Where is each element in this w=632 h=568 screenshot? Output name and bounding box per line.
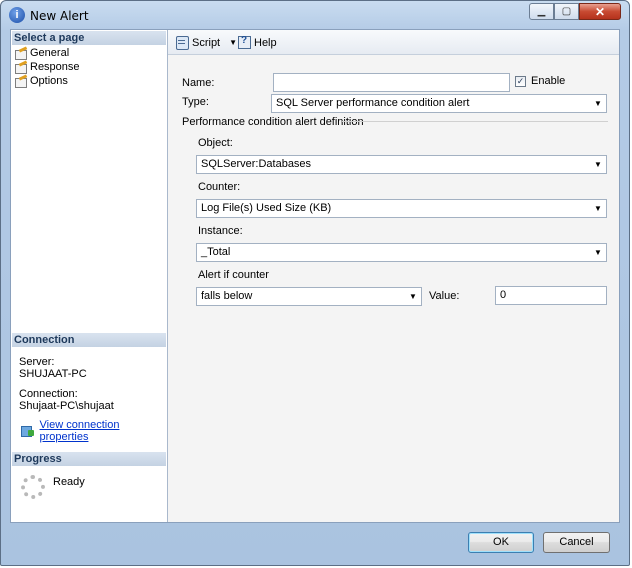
window-title: New Alert — [30, 9, 89, 23]
value-input[interactable]: 0 — [495, 286, 607, 305]
right-pane: Script ▼ Help Name: ✓ Enable Type: SQL S… — [168, 30, 619, 522]
page-icon — [15, 62, 27, 74]
select-page-header: Select a page — [12, 31, 166, 45]
progress-status: Ready — [53, 476, 85, 488]
chevron-down-icon[interactable]: ▼ — [229, 38, 237, 47]
script-button[interactable]: Script ▼ — [175, 36, 237, 50]
page-icon — [15, 48, 27, 60]
alert-if-value: falls below — [201, 290, 253, 302]
instance-label: Instance: — [198, 225, 243, 237]
dialog-client-area: Select a page General Response Options C… — [10, 29, 620, 523]
script-label: Script — [192, 36, 221, 49]
toolbar: Script ▼ Help — [168, 30, 619, 55]
object-value: SQLServer:Databases — [201, 158, 312, 170]
group-title: Performance condition alert definition — [182, 116, 364, 128]
minimize-button[interactable]: ▁ — [529, 3, 554, 20]
object-select[interactable]: SQLServer:Databases ▼ — [196, 155, 607, 174]
counter-select[interactable]: Log File(s) Used Size (KB) ▼ — [196, 199, 607, 218]
page-item-response[interactable]: Response — [15, 60, 80, 74]
page-item-general[interactable]: General — [15, 46, 69, 60]
chevron-down-icon: ▼ — [594, 248, 602, 257]
help-label: Help — [254, 36, 277, 49]
script-icon — [175, 36, 189, 50]
alert-if-label: Alert if counter — [198, 269, 269, 281]
connection-label: Connection: — [19, 388, 78, 400]
chevron-down-icon: ▼ — [594, 99, 602, 108]
enable-label: Enable — [531, 75, 566, 87]
connection-value: Shujaat-PC\shujaat — [19, 400, 114, 412]
help-icon — [238, 35, 251, 49]
view-connection-properties-link[interactable]: View connection properties — [21, 419, 167, 443]
close-button[interactable]: ✕ — [579, 3, 621, 20]
type-value: SQL Server performance condition alert — [276, 97, 470, 109]
counter-value: Log File(s) Used Size (KB) — [201, 202, 332, 214]
chevron-down-icon: ▼ — [594, 160, 602, 169]
alert-if-select[interactable]: falls below ▼ — [196, 287, 422, 306]
left-pane: Select a page General Response Options C… — [11, 30, 168, 522]
info-icon: i — [9, 7, 25, 23]
link-label: View connection properties — [39, 419, 120, 443]
type-select[interactable]: SQL Server performance condition alert ▼ — [271, 94, 607, 113]
page-item-label: Options — [30, 75, 68, 87]
server-value: SHUJAAT-PC — [19, 368, 87, 380]
object-label: Object: — [198, 137, 233, 149]
name-input[interactable] — [273, 73, 510, 92]
page-icon — [15, 76, 27, 88]
cancel-button[interactable]: Cancel — [543, 532, 610, 553]
chevron-down-icon: ▼ — [594, 204, 602, 213]
page-item-label: General — [30, 47, 70, 59]
page-item-label: Response — [30, 61, 80, 73]
title-bar[interactable]: i New Alert ▁ ▢ ✕ — [1, 1, 629, 31]
type-label: Type: — [182, 96, 209, 108]
group-divider — [342, 121, 608, 122]
progress-spinner-icon — [21, 475, 45, 499]
instance-select[interactable]: _Total ▼ — [196, 243, 607, 262]
help-button[interactable]: Help — [238, 35, 277, 49]
counter-label: Counter: — [198, 181, 241, 193]
dialog-window: i New Alert ▁ ▢ ✕ Select a page General … — [0, 0, 630, 566]
connection-properties-icon — [21, 425, 35, 438]
progress-header: Progress — [12, 452, 166, 466]
server-label: Server: — [19, 356, 55, 368]
value-label: Value: — [429, 290, 460, 302]
chevron-down-icon: ▼ — [409, 292, 417, 301]
maximize-button[interactable]: ▢ — [554, 3, 579, 20]
window-controls: ▁ ▢ ✕ — [529, 3, 621, 21]
connection-header: Connection — [12, 333, 166, 347]
name-label: Name: — [182, 77, 215, 89]
button-bar: OK Cancel — [10, 523, 620, 559]
enable-checkbox[interactable]: ✓ — [515, 76, 526, 87]
instance-value: _Total — [201, 246, 231, 258]
ok-button[interactable]: OK — [468, 532, 534, 553]
page-item-options[interactable]: Options — [15, 74, 68, 88]
